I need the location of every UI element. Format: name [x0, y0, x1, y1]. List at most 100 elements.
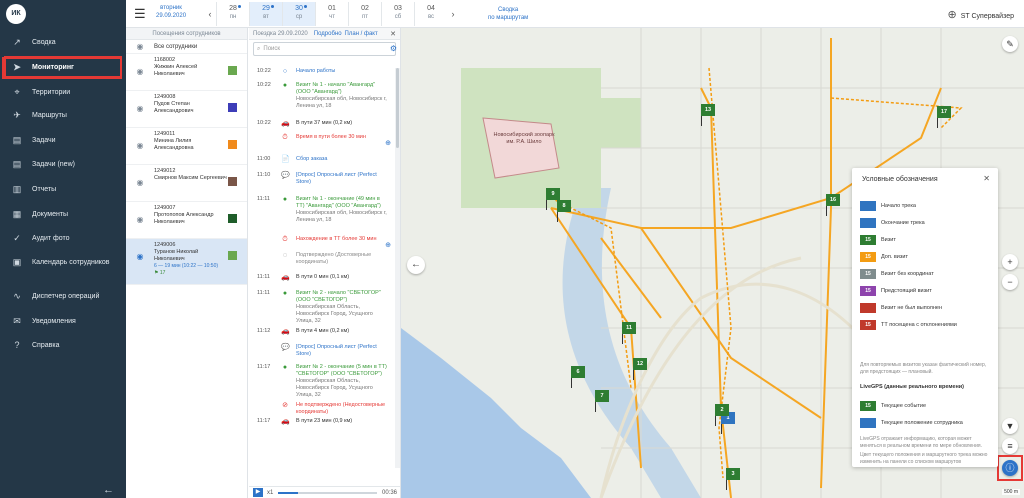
event-time: 10:22 [257, 82, 271, 88]
sidebar-item-12[interactable]: ✉ Уведомления [0, 310, 126, 332]
play-icon[interactable]: ▶ [253, 488, 263, 497]
sidebar-item-11[interactable]: ∿ Диспетчер операций [0, 285, 126, 307]
sidebar-item-label: Задачи (new) [32, 160, 75, 168]
details-link[interactable]: Подробно [314, 31, 342, 37]
day-01[interactable]: 01 чт [315, 2, 348, 26]
zoom-out-icon[interactable]: − [1002, 274, 1018, 290]
menu-icon[interactable]: ☰ [134, 6, 146, 22]
visit-marker[interactable]: 16 [826, 194, 840, 216]
day-02[interactable]: 02 пт [348, 2, 381, 26]
sidebar-item-4[interactable]: ✈ Маршруты [0, 104, 126, 126]
visit-marker[interactable]: 12 [633, 358, 647, 380]
visit-marker[interactable]: 13 [701, 104, 715, 126]
route-color-swatch[interactable] [228, 140, 237, 149]
edit-icon[interactable]: ✎ [1002, 36, 1018, 52]
visit-dot-icon: ● [282, 364, 288, 371]
playback-time: 00:36 [381, 489, 397, 496]
visit-marker[interactable]: 7 [595, 390, 609, 412]
timer-icon: ⏱ [282, 134, 288, 141]
employee-id: 1249011 [154, 131, 176, 137]
route-color-swatch[interactable] [228, 214, 237, 223]
eye-icon[interactable]: ◉ [126, 202, 154, 238]
filter-icon[interactable]: ▼ [1002, 418, 1018, 434]
sidebar-item-9[interactable]: ✓ Аудит фото [0, 227, 126, 249]
day-04[interactable]: 04 вс [414, 2, 447, 26]
current-weekday: вторник [160, 5, 182, 11]
current-date[interactable]: вторник 29.09.2020 [156, 4, 186, 20]
route-summary-link[interactable]: Сводка по маршрутам [488, 6, 528, 22]
playback-track[interactable] [278, 491, 377, 494]
visit-marker[interactable]: 17 [937, 106, 951, 128]
visit-marker[interactable]: 6 [571, 366, 585, 388]
sidebar-item-7[interactable]: ▥ Отчеты [0, 178, 126, 200]
eye-icon[interactable]: ◉ [126, 165, 154, 201]
sidebar-item-label: Аудит фото [32, 234, 70, 242]
day-30[interactable]: 30 ср [282, 2, 315, 26]
event-text: Подтверждено (Достоверные координаты) [296, 252, 372, 265]
all-employees-row[interactable]: ◉ Все сотрудники [126, 40, 247, 54]
prev-week-icon[interactable]: ‹ [204, 2, 216, 26]
route-color-swatch[interactable] [228, 177, 237, 186]
car-icon: 🚗 [281, 328, 290, 335]
employee-row[interactable]: ◉ 1249006 Туранов Николай Николаевич 6 — 19… [126, 239, 247, 285]
employee-row[interactable]: ◉ 1249011 Минина Лилия Александровна [126, 128, 247, 165]
sidebar-item-1[interactable]: ↗ Сводка [0, 31, 126, 53]
app-logo[interactable]: ИК [6, 4, 26, 24]
sidebar-item-5[interactable]: ▤ Задачи [0, 129, 126, 151]
day-28[interactable]: 28 пн [216, 2, 249, 26]
event-text: Начало работы [296, 68, 336, 74]
event-text: [Опрос] Опросный лист (Perfect Store) [296, 172, 377, 185]
user-menu[interactable]: ⊕ ST Супервайзер [948, 8, 1014, 21]
layers-icon[interactable]: ≡ [1002, 438, 1018, 454]
legend-swatch [860, 418, 876, 428]
sidebar-item-3[interactable]: ⌖ Территории [0, 81, 126, 103]
scroll-thumb[interactable] [396, 68, 399, 148]
plan-fact-link[interactable]: План / факт [345, 31, 378, 37]
next-week-icon[interactable]: › [447, 2, 459, 26]
playback-speed[interactable]: x1 [267, 490, 273, 496]
sidebar-item-13[interactable]: ? Справка [0, 334, 126, 356]
legend-row: 15 Визит без координат [860, 268, 934, 280]
back-arrow-icon[interactable]: ← [407, 256, 425, 274]
sidebar-item-10[interactable]: ▣ Календарь сотрудников [0, 251, 126, 273]
eye-icon[interactable]: ◉ [126, 54, 154, 90]
map-view[interactable]: Новосибирский зоопарк им. Р.А. Шило 13 17… [401, 28, 1024, 498]
visit-marker[interactable]: 9 [546, 188, 560, 210]
employee-name: Туранов Николай Николаевич [154, 249, 199, 262]
eye-icon[interactable]: ◉ [126, 91, 154, 127]
visit-marker[interactable]: 2 [715, 404, 729, 426]
timeline-scrollbar[interactable] [395, 68, 400, 468]
day-number: 28 [229, 5, 237, 12]
zoom-in-icon[interactable]: + [1002, 254, 1018, 270]
sidebar-item-8[interactable]: ▦ Документы [0, 203, 126, 225]
visit-marker[interactable]: 3 [726, 468, 740, 490]
day-03[interactable]: 03 сб [381, 2, 414, 26]
visit-marker[interactable]: 8 [557, 200, 571, 222]
day-29[interactable]: 29 вт [249, 2, 282, 26]
timeline-search[interactable]: ⌕ Поиск ⚙ [253, 42, 397, 56]
sidebar-item-label: Диспетчер операций [32, 292, 100, 300]
route-color-swatch[interactable] [228, 103, 237, 112]
employee-row[interactable]: ◉ 1249007 Протопопов Александр Николаевич [126, 202, 247, 239]
legend-swatch [860, 303, 876, 313]
collapse-sidebar-icon[interactable]: ← [103, 484, 114, 496]
route-color-swatch[interactable] [228, 66, 237, 75]
employee-id: 1249012 [154, 168, 176, 174]
add-comment-icon[interactable]: ⊕ [385, 140, 391, 147]
sidebar-item-6[interactable]: ▤ Задачи (new) [0, 153, 126, 175]
close-icon[interactable]: ✕ [983, 174, 990, 183]
route-color-swatch[interactable] [228, 251, 237, 260]
eye-icon[interactable]: ◉ [126, 128, 154, 164]
visit-marker[interactable]: 11 [622, 322, 636, 344]
close-icon[interactable]: ✕ [390, 30, 396, 38]
event-address: Новосибирская Область, Новосибирск Город… [296, 378, 373, 398]
employee-row[interactable]: ◉ 1168002 Жижкин Алексей Николаевич [126, 54, 247, 91]
employee-row[interactable]: ◉ 1249012 Смирнов Максим Сергеевич [126, 165, 247, 202]
gear-icon[interactable]: ⚙ [390, 44, 397, 53]
day-weekday: пн [229, 14, 237, 20]
employee-row[interactable]: ◉ 1249008 Пудов Степан Александрович [126, 91, 247, 128]
add-comment-icon[interactable]: ⊕ [385, 242, 391, 249]
eye-icon[interactable]: ◉ [126, 42, 154, 51]
eye-icon[interactable]: ◉ [126, 239, 154, 284]
playback-progress [278, 491, 299, 494]
